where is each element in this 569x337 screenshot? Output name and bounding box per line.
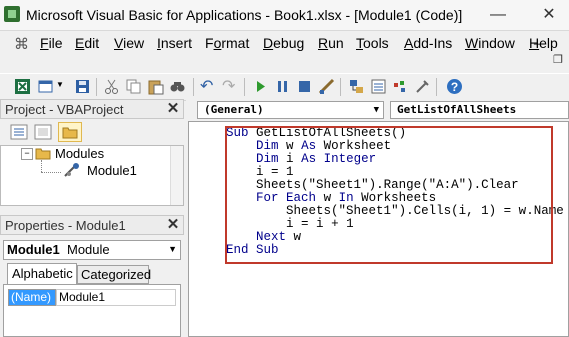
menu-window[interactable]: Window — [465, 35, 515, 51]
project-pane-toolbar — [0, 121, 184, 145]
project-scrollbar[interactable] — [170, 146, 183, 205]
minimize-button[interactable]: — — [478, 0, 518, 30]
cut-icon[interactable] — [103, 78, 120, 95]
view-code-icon[interactable] — [10, 124, 28, 140]
find-icon[interactable] — [169, 78, 186, 95]
chevron-down-icon: ▼ — [168, 244, 177, 254]
tree-item-modules[interactable]: Modules — [55, 146, 104, 161]
help-icon[interactable]: ? — [446, 78, 463, 95]
module-icon: ⌘ — [14, 36, 29, 53]
redo-icon[interactable]: ↷ — [222, 76, 235, 96]
reset-icon[interactable] — [296, 78, 313, 95]
collapse-toggle[interactable]: − — [21, 148, 33, 160]
object-browser-icon[interactable] — [392, 78, 409, 95]
standard-toolbar: ▼ ↶ ↷ ? — [0, 73, 569, 101]
tab-categorized[interactable]: Categorized — [77, 265, 151, 284]
toolbox-icon[interactable] — [414, 78, 431, 95]
title-bar: Microsoft Visual Basic for Applications … — [0, 0, 569, 31]
object-selector[interactable]: Module1 Module ▼ — [3, 240, 181, 260]
object-name: Module1 — [7, 242, 60, 257]
menu-tools[interactable]: Tools — [356, 35, 389, 51]
project-tree: − Modules Module1 — [0, 145, 184, 206]
chevron-down-icon[interactable]: ▼ — [56, 80, 64, 89]
menu-edit[interactable]: Edit — [75, 35, 99, 51]
folder-icon — [62, 127, 78, 139]
run-icon[interactable] — [252, 78, 269, 95]
chevron-down-icon: ▼ — [373, 105, 379, 115]
prop-value[interactable]: Module1 — [56, 289, 176, 306]
design-mode-icon[interactable] — [318, 78, 335, 95]
procedure-combo-value: GetListOfAllSheets — [397, 103, 517, 116]
vba-app-icon — [4, 6, 20, 22]
project-explorer-icon[interactable] — [348, 78, 365, 95]
object-type: Module — [67, 242, 110, 257]
save-icon[interactable] — [74, 78, 91, 95]
highlight-box — [225, 126, 553, 264]
window-title: Microsoft Visual Basic for Applications … — [26, 7, 463, 23]
menu-debug[interactable]: Debug — [263, 35, 304, 51]
folder-icon — [35, 148, 51, 160]
paste-icon[interactable] — [147, 78, 164, 95]
menu-add-ins[interactable]: Add-Ins — [404, 35, 452, 51]
toggle-folders-button[interactable] — [58, 122, 82, 142]
break-icon[interactable] — [274, 78, 291, 95]
close-window-button[interactable]: ✕ — [529, 0, 569, 30]
copy-icon[interactable] — [125, 78, 142, 95]
insert-module-icon[interactable] — [38, 78, 55, 95]
undo-icon[interactable]: ↶ — [200, 76, 213, 96]
excel-icon[interactable] — [14, 78, 31, 95]
menu-insert[interactable]: Insert — [157, 35, 192, 51]
child-minimize-button[interactable]: _ — [534, 31, 541, 45]
close-project-pane-button[interactable]: ✕ — [165, 101, 181, 117]
properties-pane-title: Properties - Module1 ✕ — [0, 215, 184, 235]
properties-pane-title-text: Properties - Module1 — [5, 218, 126, 233]
module-icon — [64, 163, 79, 177]
menu-bar: ⌘ File Edit View Insert Format Debug Run Tools A… — [0, 31, 569, 66]
project-pane-title: Project - VBAProject ✕ — [0, 99, 184, 119]
tab-alphabetic[interactable]: Alphabetic — [7, 263, 77, 284]
object-combo[interactable]: (General) ▼ — [197, 101, 384, 119]
child-restore-button[interactable]: ❐ — [553, 53, 563, 66]
properties-grid: (Name) Module1 — [3, 284, 181, 337]
menu-view[interactable]: View — [114, 35, 144, 51]
svg-text:?: ? — [451, 80, 458, 94]
menu-run[interactable]: Run — [318, 35, 344, 51]
project-pane-title-text: Project - VBAProject — [5, 102, 124, 117]
menu-format[interactable]: Format — [205, 35, 249, 51]
menu-file[interactable]: File — [40, 35, 63, 51]
prop-name[interactable]: (Name) — [8, 289, 56, 306]
view-object-icon[interactable] — [34, 124, 52, 140]
close-properties-pane-button[interactable]: ✕ — [165, 217, 181, 233]
tree-item-module1[interactable]: Module1 — [87, 163, 137, 178]
object-combo-value: (General) — [204, 103, 264, 116]
properties-window-icon[interactable] — [370, 78, 387, 95]
procedure-combo[interactable]: GetListOfAllSheets — [390, 101, 569, 119]
